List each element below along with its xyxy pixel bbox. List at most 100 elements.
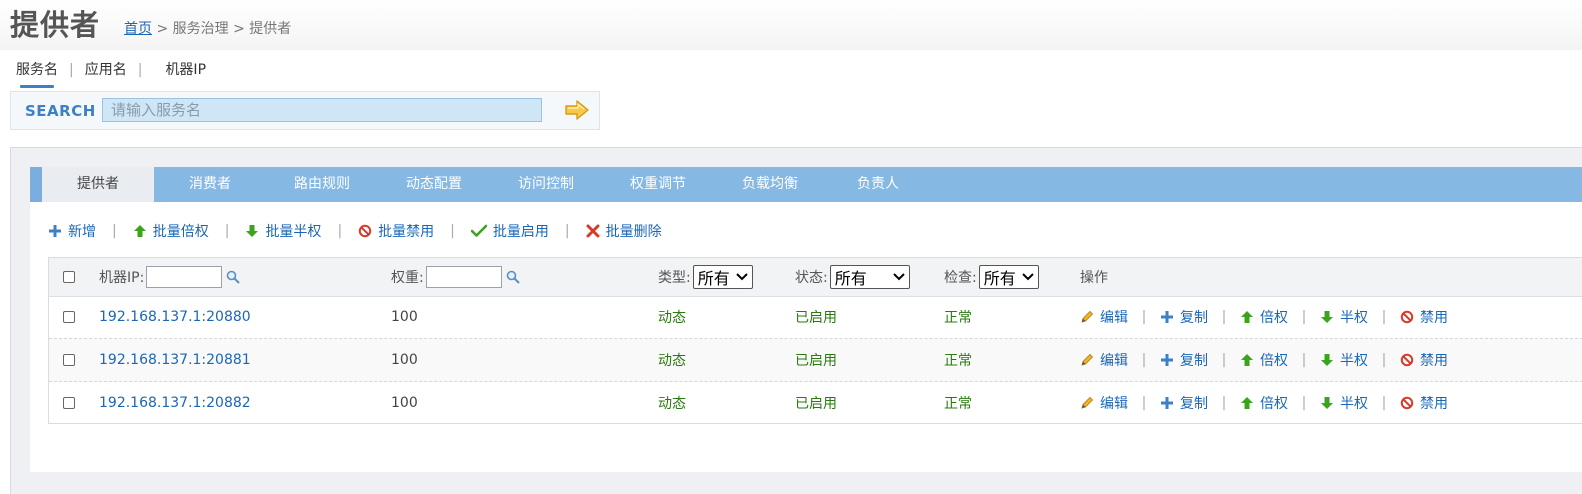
check-filter-select[interactable]: 所有 [978,265,1039,289]
batch-enable-button[interactable]: 批量启用 [470,221,549,241]
arrow-up-icon [133,225,146,237]
batch-half-weight-label: 批量半权 [265,224,322,240]
edit-button[interactable]: 编辑 [1080,350,1128,370]
disable-label: 禁用 [1420,353,1448,369]
check-column-header: 检查: [944,270,977,286]
breadcrumb-home-link[interactable]: 首页 [124,21,152,37]
batch-double-weight-button[interactable]: 批量倍权 [133,221,209,241]
double-weight-button[interactable]: 倍权 [1240,350,1288,370]
disable-button[interactable]: 禁用 [1400,393,1448,413]
half-weight-button[interactable]: 半权 [1320,350,1368,370]
action-separator: | [1381,395,1387,411]
action-separator: | [1141,309,1147,325]
tab-access-control[interactable]: 访问控制 [490,167,602,202]
tab-dynamic-config[interactable]: 动态配置 [378,167,490,202]
provider-ip-link[interactable]: 192.168.137.1:20880 [99,309,251,325]
batch-delete-button[interactable]: 批量删除 [586,221,662,241]
provider-ip-link[interactable]: 192.168.137.1:20881 [99,352,251,368]
plus-icon [1161,311,1173,323]
edit-label: 编辑 [1100,353,1128,369]
search-icon[interactable] [226,270,241,284]
edit-button[interactable]: 编辑 [1080,393,1128,413]
search-go-arrow-icon[interactable] [564,99,590,121]
type-filter-select[interactable]: 所有 [692,265,753,289]
type-column-header: 类型: [658,270,691,286]
check-value: 正常 [944,310,972,326]
checkmark-icon [470,224,488,237]
search-input[interactable] [102,98,542,122]
search-tab-app-name[interactable]: 应用名 [85,59,127,79]
status-filter-select[interactable]: 所有 [829,265,910,289]
disable-button[interactable]: 禁用 [1400,307,1448,327]
half-weight-button[interactable]: 半权 [1320,393,1368,413]
breadcrumb: 首页 > 服务治理 > 提供者 [124,18,291,38]
tab-owners[interactable]: 负责人 [826,167,930,202]
check-filter-value: 所有 [983,269,1016,288]
half-weight-label: 半权 [1340,310,1368,326]
search-icon[interactable] [506,270,520,284]
weight-value: 100 [391,352,418,368]
table-row: 192.168.137.1:20880 100 动态 已启用 正常 编辑 | 复制 |… [49,296,1582,339]
double-weight-label: 倍权 [1260,310,1288,326]
weight-column-header: 权重: [391,270,424,286]
action-separator: | [1301,352,1307,368]
half-weight-label: 半权 [1340,396,1368,412]
tab-consumers[interactable]: 消费者 [154,167,266,202]
double-weight-button[interactable]: 倍权 [1240,307,1288,327]
copy-button[interactable]: 复制 [1160,393,1208,413]
status-value: 已启用 [795,353,837,369]
double-weight-label: 倍权 [1260,353,1288,369]
plus-icon [1161,397,1173,409]
disable-label: 禁用 [1420,310,1448,326]
double-weight-button[interactable]: 倍权 [1240,393,1288,413]
edit-button[interactable]: 编辑 [1080,307,1128,327]
half-weight-label: 半权 [1340,353,1368,369]
forbidden-icon [1400,353,1414,367]
plus-icon [1161,354,1173,366]
disable-button[interactable]: 禁用 [1400,350,1448,370]
tab-routing-rules[interactable]: 路由规则 [266,167,378,202]
search-tab-separator: | [69,62,74,78]
select-all-checkbox[interactable] [63,271,75,283]
toolbar-separator: | [112,223,117,239]
delete-x-icon [586,224,600,238]
tab-weight-adjust[interactable]: 权重调节 [602,167,714,202]
table-row: 192.168.137.1:20882 100 动态 已启用 正常 编辑 | 复制 |… [49,382,1582,424]
provider-ip-link[interactable]: 192.168.137.1:20882 [99,395,251,411]
arrow-down-icon [1321,397,1333,409]
table-header-row: 机器IP: 权重: 类型: 所有 状态: 所有 检查: 所有 操作 [49,258,1582,297]
page-title: 提供者 [10,8,101,42]
search-label: SEARCH [25,102,96,120]
search-type-tabs: 服务名 | 应用名 | 机器IP [16,59,206,88]
row-checkbox[interactable] [63,354,75,366]
search-tab-machine-ip[interactable]: 机器IP [165,59,206,79]
add-button[interactable]: 新增 [48,221,96,241]
batch-disable-button[interactable]: 批量禁用 [358,221,434,241]
search-tab-service-name[interactable]: 服务名 [16,59,58,88]
type-value: 动态 [658,396,686,412]
toolbar-separator: | [450,223,455,239]
batch-half-weight-button[interactable]: 批量半权 [245,221,321,241]
batch-delete-label: 批量删除 [605,224,662,240]
edit-label: 编辑 [1100,396,1128,412]
toolbar-separator: | [337,223,343,239]
batch-enable-label: 批量启用 [492,224,549,240]
copy-button[interactable]: 复制 [1160,350,1208,370]
breadcrumb-current: 提供者 [249,21,292,37]
half-weight-button[interactable]: 半权 [1320,307,1368,327]
row-actions: 编辑 | 复制 | 倍权 | 半权 | 禁用 [1080,296,1448,338]
row-checkbox[interactable] [63,397,75,409]
weight-filter-input[interactable] [425,266,502,288]
providers-table: 机器IP: 权重: 类型: 所有 状态: 所有 检查: 所有 操作 192.16… [48,257,1582,424]
copy-button[interactable]: 复制 [1160,307,1208,327]
action-separator: | [1221,309,1227,325]
tab-providers[interactable]: 提供者 [42,167,154,202]
copy-label: 复制 [1180,353,1208,369]
breadcrumb-separator: > [152,21,173,37]
forbidden-icon [1400,396,1414,410]
row-checkbox[interactable] [63,311,75,323]
tab-load-balance[interactable]: 负载均衡 [714,167,826,202]
add-label: 新增 [68,224,96,240]
pencil-icon [1081,353,1094,366]
ip-filter-input[interactable] [146,266,223,288]
